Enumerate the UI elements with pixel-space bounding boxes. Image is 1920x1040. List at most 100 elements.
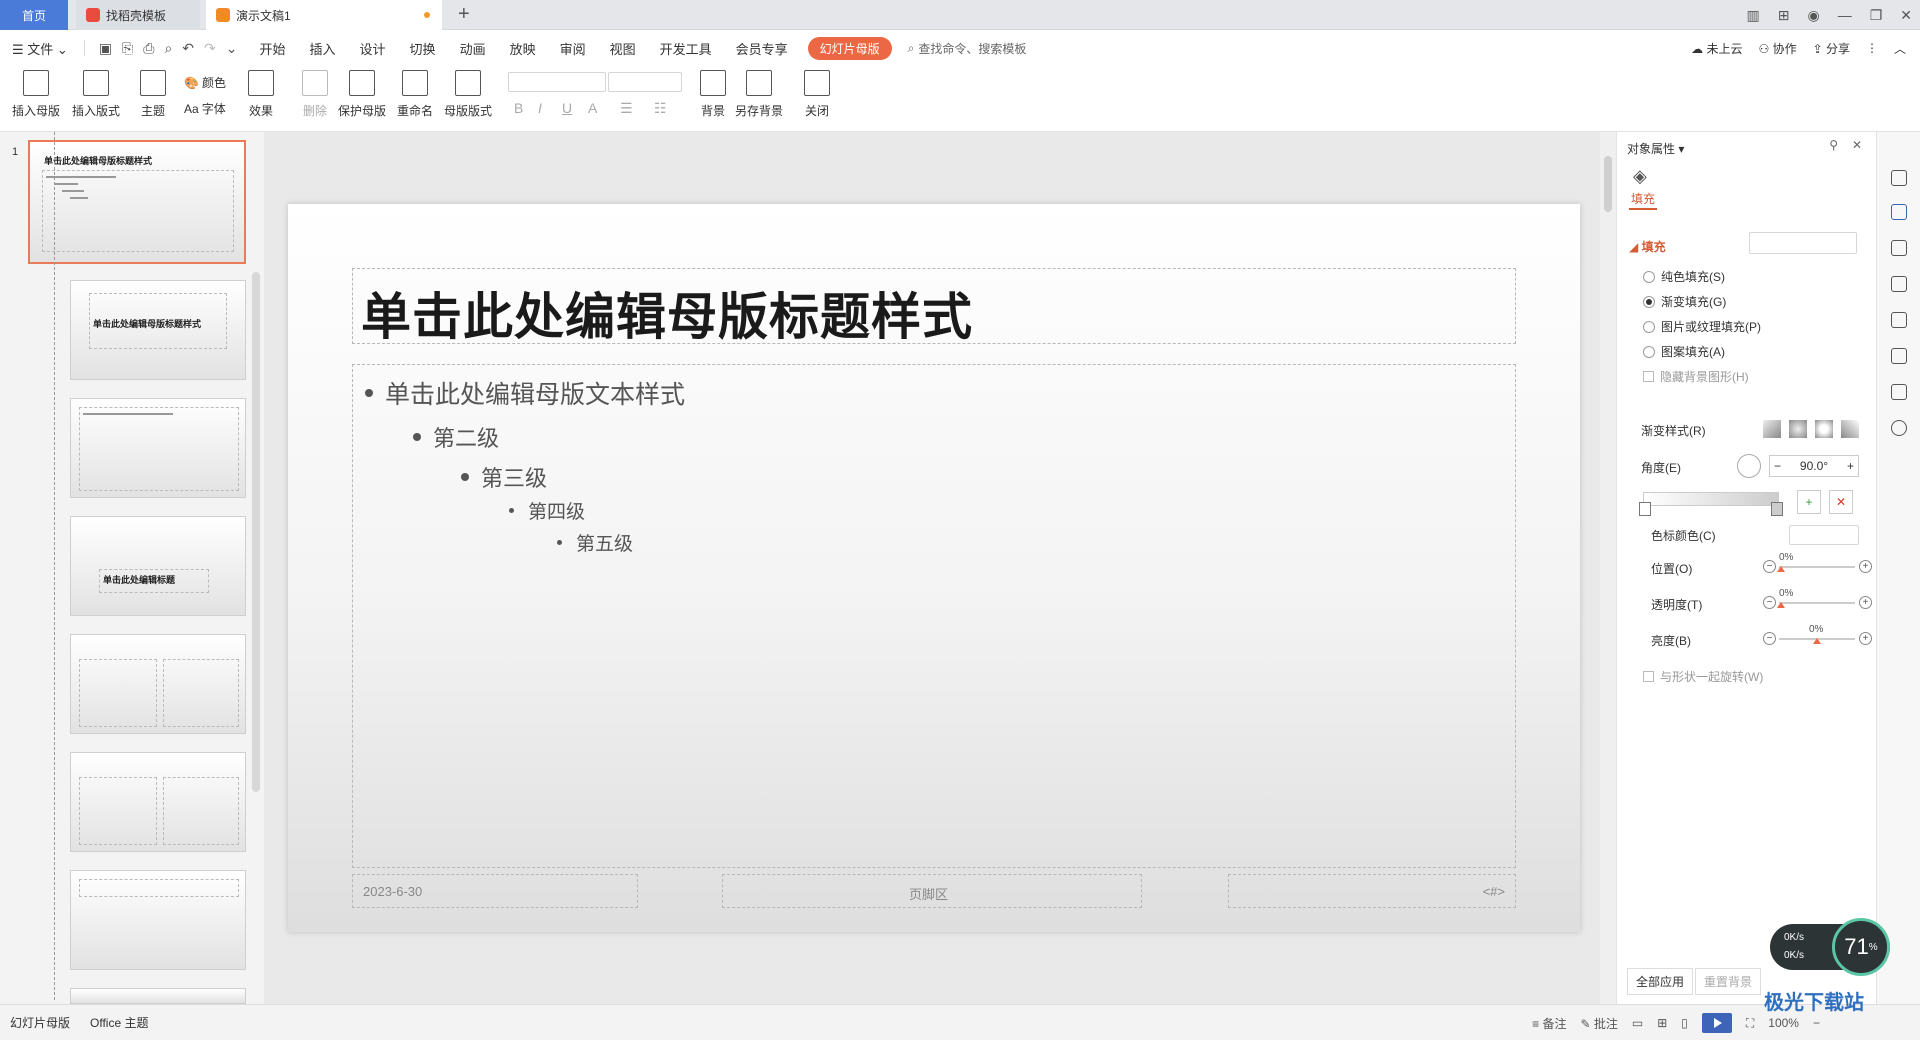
angle-stepper[interactable]: − 90.0° + — [1769, 455, 1859, 477]
minus-icon[interactable]: − — [1774, 459, 1781, 473]
preview-icon[interactable]: ⌕ — [164, 40, 172, 57]
colors-button[interactable]: 🎨 颜色 — [184, 74, 226, 91]
comments-toggle[interactable]: ✎ 批注 — [1580, 1015, 1617, 1032]
collapse-ribbon-icon[interactable]: ︿ — [1894, 40, 1906, 57]
insert-layout-button[interactable]: 插入版式 — [72, 70, 120, 119]
master-thumbnail[interactable]: 单击此处编辑母版标题样式 — [28, 140, 246, 264]
fill-bucket-icon[interactable]: ◈ — [1633, 166, 1647, 187]
underline-icon[interactable]: U — [562, 100, 572, 116]
brightness-decrease-icon[interactable]: − — [1763, 632, 1776, 645]
plus-icon[interactable]: + — [1847, 459, 1854, 473]
zoom-level[interactable]: 100% — [1768, 1016, 1799, 1030]
grid-icon[interactable]: ⊞ — [1778, 7, 1790, 24]
save-background-button[interactable]: 另存背景 — [735, 70, 783, 119]
thumbnails-scrollbar[interactable] — [252, 272, 260, 792]
gradient-radial-option[interactable] — [1789, 420, 1807, 438]
remove-stop-icon[interactable]: ✕ — [1829, 490, 1853, 514]
layout-thumbnail[interactable]: 单击此处编辑母版标题样式 — [70, 280, 246, 380]
minimize-icon[interactable]: — — [1838, 7, 1852, 23]
picture-fill-radio[interactable]: 图片或纹理填充(P) — [1643, 318, 1761, 335]
close-master-button[interactable]: 关闭 — [804, 70, 830, 119]
date-placeholder[interactable]: 2023-6-30 — [352, 874, 638, 908]
image-icon[interactable] — [1891, 312, 1907, 328]
file-menu[interactable]: ☰ 文件 ⌄ — [12, 39, 68, 58]
transparency-decrease-icon[interactable]: − — [1763, 596, 1776, 609]
cloud-status[interactable]: ☁ 未上云 — [1691, 40, 1742, 57]
share-button[interactable]: ⇪ 分享 — [1813, 40, 1850, 57]
bullets-icon[interactable]: ☰ — [620, 100, 633, 117]
stop-color-dropdown[interactable] — [1789, 525, 1859, 545]
canvas-scrollbar[interactable] — [1600, 132, 1616, 1004]
close-panel-icon[interactable]: ✕ — [1852, 138, 1862, 152]
delete-button[interactable]: 删除 — [302, 70, 328, 119]
layout-thumbnail[interactable] — [70, 398, 246, 498]
slider-handle[interactable] — [1777, 602, 1785, 608]
menu-review[interactable]: 审阅 — [560, 39, 586, 58]
print-icon[interactable]: ⎙ — [143, 40, 154, 57]
gradient-fill-radio[interactable]: 渐变填充(G) — [1643, 293, 1726, 310]
layout-thumbnail[interactable] — [70, 634, 246, 734]
normal-view-icon[interactable]: ▭ — [1632, 1016, 1643, 1030]
notes-toggle[interactable]: ≡ 备注 — [1532, 1015, 1566, 1032]
fill-color-dropdown[interactable] — [1749, 232, 1857, 254]
book-icon[interactable] — [1891, 384, 1907, 400]
layout-thumbnail[interactable] — [70, 870, 246, 970]
avatar[interactable]: ◉ — [1807, 7, 1819, 24]
fonts-button[interactable]: Aa 字体 — [184, 100, 226, 117]
protect-master-button[interactable]: 保护母版 — [338, 70, 386, 119]
font-name-select[interactable] — [508, 72, 606, 92]
transparency-increase-icon[interactable]: + — [1859, 596, 1872, 609]
undo-icon[interactable]: ↶ — [182, 40, 194, 57]
command-search[interactable]: ⌕ 查找命令、搜索模板 — [908, 40, 1027, 57]
font-size-select[interactable] — [608, 72, 682, 92]
effects-button[interactable]: 效果 — [248, 70, 274, 119]
background-button[interactable]: 背景 — [700, 70, 726, 119]
angle-dial[interactable] — [1737, 454, 1761, 478]
new-tab-icon[interactable]: + — [458, 3, 470, 26]
pin-icon[interactable]: ⚲ — [1829, 138, 1838, 152]
menu-view[interactable]: 视图 — [610, 39, 636, 58]
add-stop-icon[interactable]: + — [1797, 490, 1821, 514]
menu-insert[interactable]: 插入 — [310, 39, 336, 58]
menu-member[interactable]: 会员专享 — [736, 39, 788, 58]
gradient-bar[interactable] — [1643, 492, 1779, 506]
fill-section-header[interactable]: ◢ 填充 — [1629, 238, 1666, 255]
master-layout-button[interactable]: 母版版式 — [444, 70, 492, 119]
gradient-stop-left[interactable] — [1639, 502, 1651, 516]
tab-document[interactable]: 演示文稿1 — [206, 0, 442, 30]
scroll-thumb[interactable] — [1604, 156, 1612, 212]
apply-all-button[interactable]: 全部应用 — [1627, 968, 1694, 995]
more-icon[interactable]: ⌄ — [226, 40, 238, 57]
collaborate-button[interactable]: ⚇ 协作 — [1758, 40, 1796, 57]
italic-icon[interactable]: I — [538, 100, 542, 116]
redo-icon[interactable]: ↷ — [204, 40, 216, 57]
copy-icon[interactable] — [1891, 276, 1907, 292]
footer-placeholder[interactable]: 页脚区 — [722, 874, 1142, 908]
close-window-icon[interactable]: ✕ — [1900, 7, 1912, 24]
menu-slideshow[interactable]: 放映 — [510, 39, 536, 58]
slide-number-placeholder[interactable]: <#> — [1228, 874, 1516, 908]
gradient-rect-option[interactable] — [1815, 420, 1833, 438]
transparency-slider[interactable] — [1779, 602, 1855, 604]
save-icon[interactable]: ▣ — [99, 40, 112, 57]
tab-home[interactable]: 首页 — [0, 0, 68, 30]
slider-handle[interactable] — [1777, 566, 1785, 572]
gradient-stop-right[interactable] — [1771, 502, 1783, 516]
fit-icon[interactable]: ⛶ — [1746, 1016, 1754, 1031]
slider-handle[interactable] — [1813, 638, 1821, 644]
layout-icon[interactable]: ▥ — [1747, 7, 1760, 24]
fill-tab[interactable]: 填充 — [1631, 190, 1655, 207]
layout-thumbnail[interactable] — [70, 988, 246, 1004]
kebab-icon[interactable]: ⋮ — [1866, 41, 1878, 55]
position-slider[interactable] — [1779, 566, 1855, 568]
gradient-path-option[interactable] — [1841, 420, 1859, 438]
insert-master-button[interactable]: 插入母版 — [12, 70, 60, 119]
reading-view-icon[interactable]: ▯ — [1681, 1016, 1688, 1030]
numbering-icon[interactable]: ☷ — [654, 100, 667, 117]
rename-button[interactable]: 重命名 — [397, 70, 433, 119]
gradient-linear-option[interactable] — [1763, 420, 1781, 438]
properties-icon[interactable] — [1891, 204, 1907, 220]
rotate-with-shape-checkbox[interactable]: 与形状一起旋转(W) — [1643, 668, 1763, 685]
menu-developer[interactable]: 开发工具 — [660, 39, 712, 58]
body-placeholder[interactable]: 单击此处编辑母版文本样式 第二级 第三级 第四级 第五级 — [352, 364, 1516, 868]
